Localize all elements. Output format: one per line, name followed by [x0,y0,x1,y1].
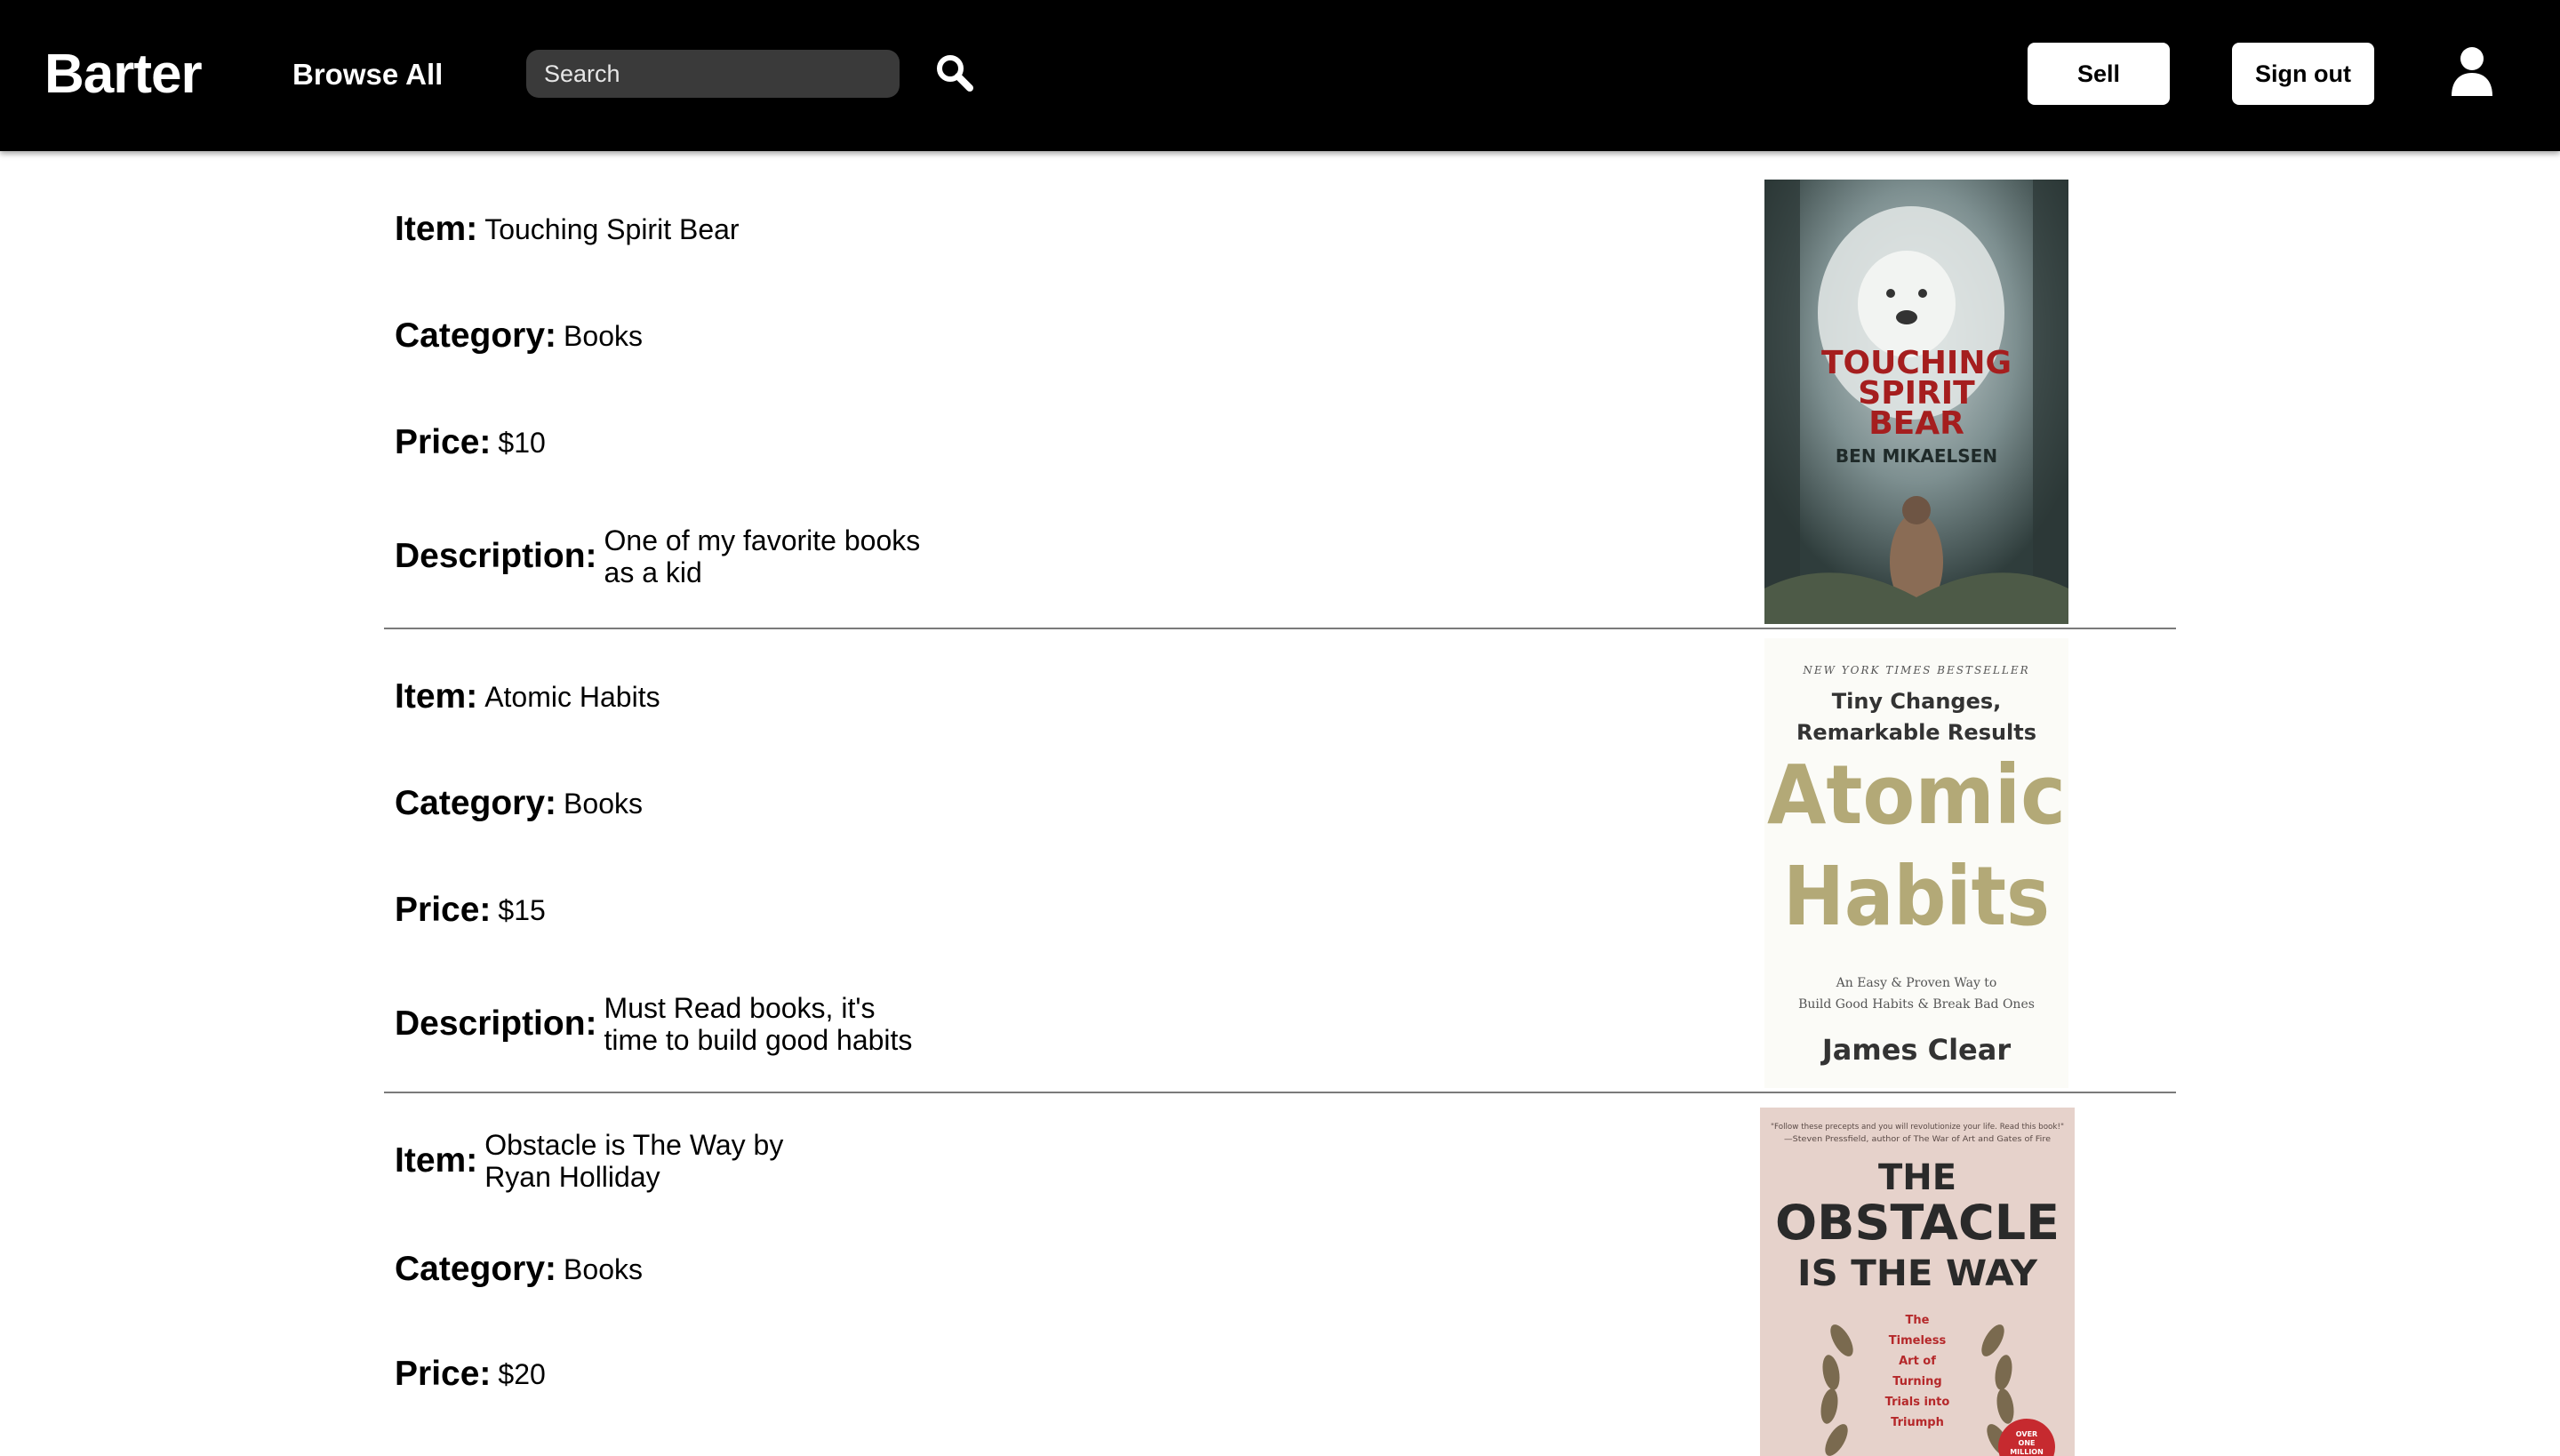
cover-title: Habits [1783,849,2050,944]
cover-title: THE [1878,1157,1956,1198]
category-value: Books [564,1253,643,1285]
cover-badge: MILLION [2010,1448,2044,1456]
cover-badge: OVER [2016,1430,2037,1438]
cover-badge: ONE [2019,1439,2036,1447]
item-label: Item: [395,677,478,716]
item-value: Touching Spirit Bear [484,213,740,245]
item-field: Item: Atomic Habits [395,676,660,718]
cover-quote: "Follow these precepts and you will revo… [1771,1123,2064,1132]
description-label: Description: [395,1004,597,1043]
cover-subtitle: Timeless [1889,1334,1947,1348]
cover-subtitle: Turning [1892,1375,1941,1388]
brand-logo[interactable]: Barter [44,39,203,110]
cover-author: BEN MIKAELSEN [1836,445,1997,467]
listing-card[interactable]: Item: Atomic Habits Category: Books Pric… [384,629,2176,1093]
price-value: $15 [498,894,546,926]
category-value: Books [564,788,643,820]
price-label: Price: [395,891,492,929]
search-icon[interactable] [935,53,974,92]
description-label: Description: [395,537,597,575]
cover-subtitle: The [1906,1314,1930,1327]
price-label: Price: [395,1355,492,1393]
sign-out-button[interactable]: Sign out [2232,43,2374,105]
item-value: Obstacle is The Way by Ryan Holliday [484,1129,784,1193]
category-field: Category: Books [395,1248,643,1291]
price-field: Price: $15 [395,889,546,932]
cover-title: IS THE WAY [1797,1253,2038,1294]
search-input[interactable] [526,50,900,98]
category-field: Category: Books [395,782,643,825]
cover-subtitle: Triumph [1891,1416,1944,1429]
description-value: One of my favorite books as a kid [604,524,921,588]
user-icon[interactable] [2450,46,2494,96]
book-cover-image[interactable]: NEW YORK TIMES BESTSELLER Tiny Changes, … [1764,638,2068,1088]
category-label: Category: [395,316,557,355]
description-field: Description: Must Read books, it's time … [395,992,912,1056]
cover-title-line: BEAR [1868,405,1964,442]
category-field: Category: Books [395,315,643,357]
category-value: Books [564,320,643,352]
book-cover-image[interactable]: TOUCHING SPIRIT BEAR BEN MIKAELSEN [1764,180,2068,624]
cover-banner: NEW YORK TIMES BESTSELLER [1802,664,2029,676]
cover-subtitle: Art of [1899,1355,1936,1368]
cover-subtitle: An Easy & Proven Way to [1836,976,1997,990]
cover-title: Atomic [1767,748,2066,843]
book-cover-image[interactable]: "Follow these precepts and you will revo… [1760,1108,2075,1456]
description-field: Description: One of my favorite books as… [395,524,920,588]
price-field: Price: $10 [395,421,546,464]
cover-tagline: Tiny Changes, [1832,689,2002,714]
category-label: Category: [395,1250,557,1288]
item-field: Item: Touching Spirit Bear [395,208,740,251]
cover-quote: —Steven Pressfield, author of The War of… [1784,1135,2051,1144]
price-label: Price: [395,423,492,461]
cover-subtitle: Trials into [1885,1396,1950,1409]
cover-title: OBSTACLE [1775,1195,2060,1251]
item-label: Item: [395,210,478,248]
description-value: Must Read books, it's time to build good… [604,992,913,1056]
category-label: Category: [395,784,557,822]
browse-all-link[interactable]: Browse All [292,55,443,94]
price-field: Price: $20 [395,1353,546,1396]
cover-tagline: Remarkable Results [1796,720,2036,745]
price-value: $10 [498,427,546,459]
listing-card[interactable]: Item: Touching Spirit Bear Category: Boo… [384,169,2176,629]
sell-button[interactable]: Sell [2028,43,2170,105]
item-field: Item: Obstacle is The Way by Ryan Hollid… [395,1129,783,1193]
top-navbar: Barter Browse All Sell Sign out [0,0,2560,151]
item-label: Item: [395,1141,478,1180]
item-value: Atomic Habits [484,681,660,713]
cover-subtitle: Build Good Habits & Break Bad Ones [1798,997,2035,1012]
listing-card[interactable]: Item: Obstacle is The Way by Ryan Hollid… [384,1093,2176,1456]
price-value: $20 [498,1358,546,1390]
cover-author: James Clear [1820,1033,2011,1067]
